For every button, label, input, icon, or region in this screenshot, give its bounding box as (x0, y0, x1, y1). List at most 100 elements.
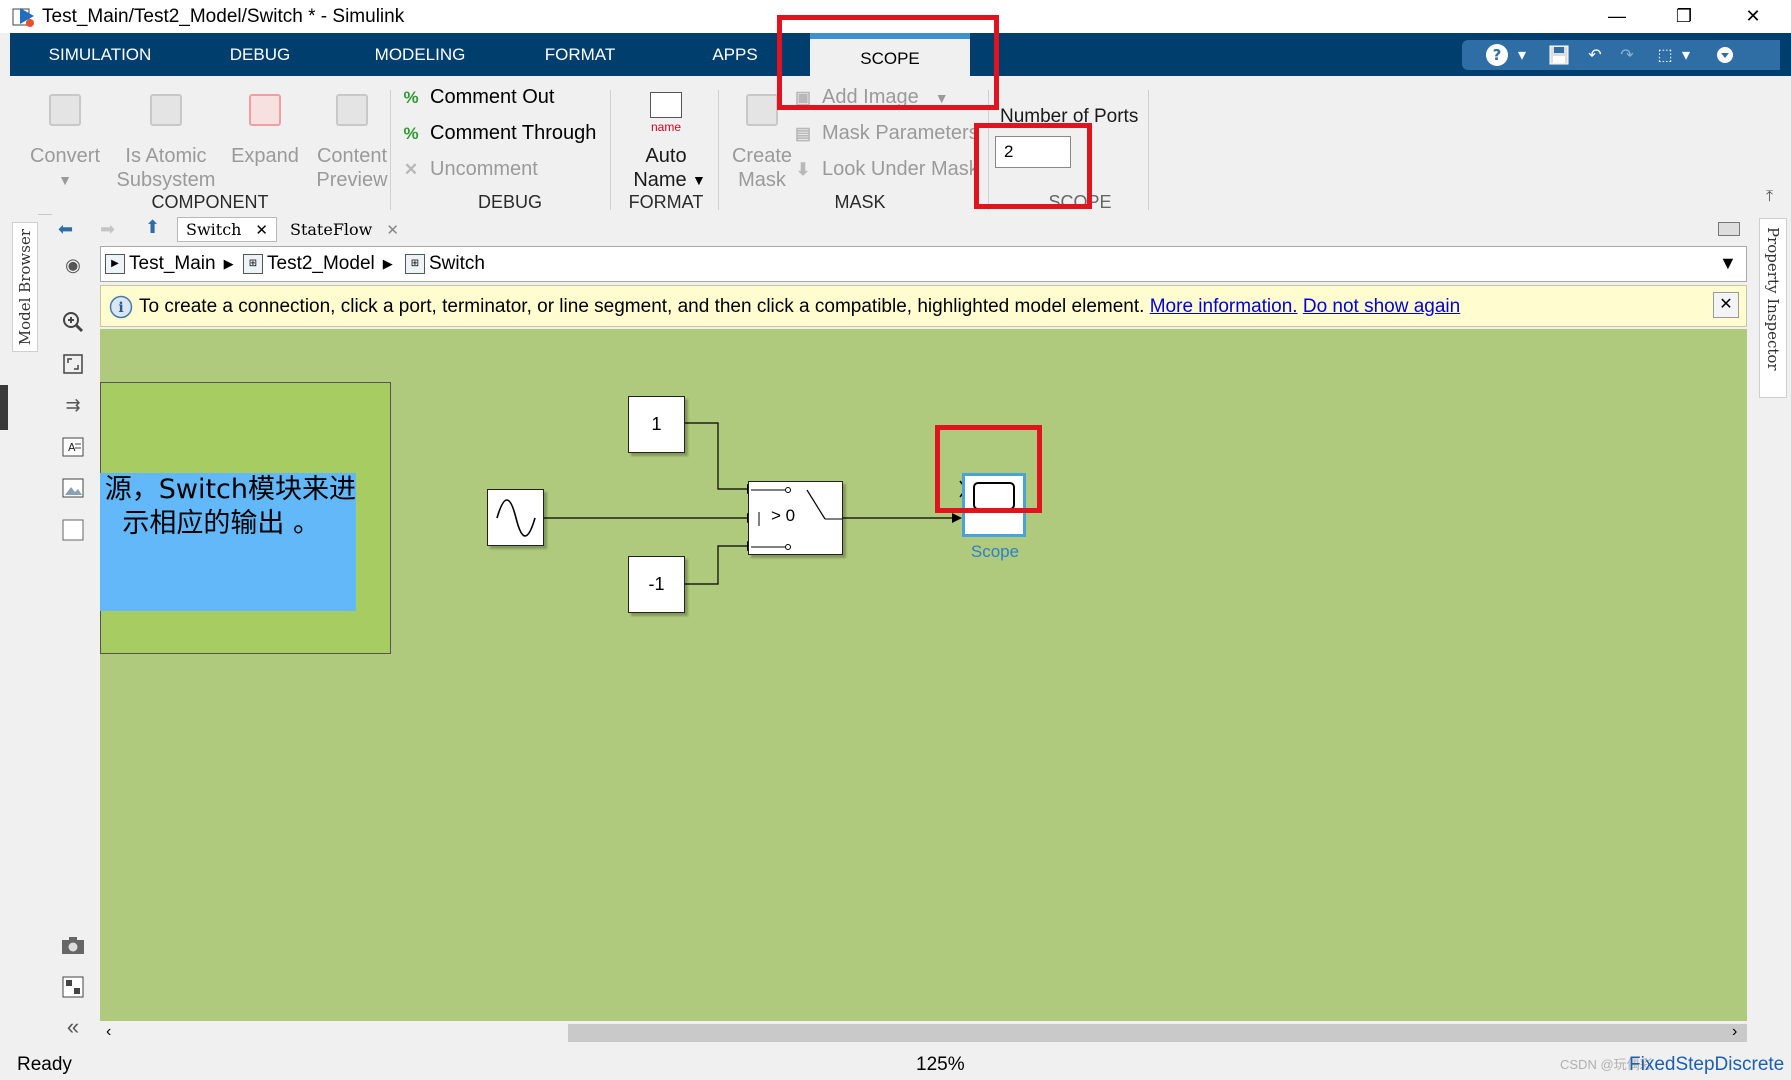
auto-name-label-2: Name (633, 169, 687, 191)
breadcrumb-separator-icon: ▶ (382, 256, 393, 271)
scroll-right-icon[interactable]: › (1732, 1023, 1737, 1041)
info-icon: i (109, 295, 133, 319)
breadcrumb-item-test2-model[interactable]: ⊞ Test2_Model ▶ (243, 253, 393, 275)
address-dropdown-icon[interactable]: ▼ (1719, 253, 1737, 274)
tab-debug[interactable]: DEBUG (195, 33, 325, 76)
close-tab-icon[interactable]: ✕ (255, 221, 268, 239)
close-button[interactable]: ✕ (1723, 0, 1783, 33)
screenshot-camera-icon[interactable] (58, 930, 88, 960)
svg-text:?: ? (1493, 46, 1502, 64)
comment-out-label: Comment Out (430, 86, 555, 108)
keyboard-icon[interactable] (1718, 222, 1740, 236)
constant-block-bottom[interactable]: -1 (628, 556, 685, 613)
content-preview-button[interactable]: Content Preview (306, 82, 398, 192)
save-icon[interactable] (1544, 40, 1574, 70)
breadcrumb-item-test-main[interactable]: ▶ Test_Main ▶ (105, 253, 234, 275)
collapse-ribbon-icon[interactable]: ⤒ (1766, 188, 1773, 206)
subsystem-icon: ⊞ (243, 254, 263, 274)
zoom-in-icon[interactable] (58, 307, 88, 337)
comment-through-button[interactable]: % Comment Through (400, 122, 596, 145)
restore-button[interactable]: ❐ (1654, 0, 1714, 33)
constant-block-top[interactable]: 1 (628, 396, 685, 453)
property-inspector-tab[interactable]: Property Inspector (1759, 218, 1787, 398)
uncomment-button[interactable]: ✕ Uncomment (400, 158, 538, 181)
undo-icon[interactable]: ↶ (1580, 40, 1610, 70)
line-arrowhead (952, 513, 962, 523)
toolstrip-dropdown-icon[interactable]: ▾ (1676, 40, 1696, 70)
window-title: Test_Main/Test2_Model/Switch * - Simulin… (42, 6, 405, 27)
comment-out-button[interactable]: % Comment Out (400, 86, 554, 109)
redo-icon[interactable]: ↷ (1612, 40, 1642, 70)
ribbon-separator (610, 90, 611, 210)
zoom-level[interactable]: 125% (916, 1054, 965, 1076)
mask-parameters-button[interactable]: ▤ Mask Parameters (792, 122, 979, 145)
editor-tab-stateflow[interactable]: StateFlow ✕ (282, 217, 407, 242)
model-browser-tab[interactable]: Model Browser (12, 222, 38, 352)
expand-icon (249, 94, 281, 126)
close-tab-icon[interactable]: ✕ (386, 221, 399, 239)
tab-format[interactable]: FORMAT (515, 33, 645, 76)
simulink-app-icon (12, 8, 34, 27)
signal-line[interactable] (685, 545, 747, 585)
auto-name-label-1: Auto (645, 145, 687, 167)
model-data-icon[interactable] (58, 972, 88, 1002)
hide-show-explorer-icon[interactable]: ◉ (58, 250, 88, 280)
help-icon[interactable]: ? (1482, 40, 1512, 70)
content-preview-label-2: Preview (316, 169, 388, 191)
signal-line[interactable] (685, 422, 747, 490)
sine-wave-icon (495, 498, 536, 537)
scrollbar-thumb[interactable] (568, 1024, 1791, 1042)
mask-parameters-label: Mask Parameters (822, 122, 979, 144)
expand-button[interactable]: Expand (220, 82, 310, 192)
debug-section-label: DEBUG (477, 192, 542, 212)
auto-name-button[interactable]: name Auto Name ▼ (616, 82, 716, 192)
scroll-left-icon[interactable]: ‹ (106, 1023, 111, 1041)
convert-label: Convert (29, 145, 101, 167)
back-arrow-icon[interactable]: ⬅ (58, 219, 73, 240)
image-icon[interactable] (58, 473, 88, 503)
is-atomic-label-2: Subsystem (116, 169, 216, 191)
is-atomic-label-1: Is Atomic (125, 145, 207, 167)
tab-modeling[interactable]: MODELING (350, 33, 490, 76)
is-atomic-subsystem-button[interactable]: Is Atomic Subsystem (106, 82, 226, 192)
tab-simulation[interactable]: SIMULATION (20, 33, 180, 76)
look-under-mask-button[interactable]: ⬇ Look Under Mask (792, 158, 979, 181)
arrow-connector-icon[interactable]: ⇉ (58, 390, 88, 420)
area-icon[interactable] (58, 515, 88, 545)
solver-link[interactable]: FixedStepDiscrete (1629, 1054, 1784, 1076)
close-info-bar-button[interactable]: ✕ (1713, 292, 1739, 318)
status-bar: Ready 125% CSDN @玩偶彩 FixedStepDiscrete (0, 1046, 1791, 1080)
options-dropdown-icon[interactable] (1710, 40, 1740, 70)
forward-arrow-icon[interactable]: ➡ (100, 219, 115, 240)
breadcrumb-label: Test_Main (129, 253, 216, 274)
uncomment-label: Uncomment (430, 158, 538, 180)
mask-section-label: MASK (834, 192, 886, 212)
svg-text:A: A (68, 441, 76, 454)
convert-dropdown-icon: ▼ (58, 172, 72, 188)
editor-tab-switch[interactable]: Switch ✕ (177, 217, 277, 242)
up-arrow-icon[interactable]: ⬆ (145, 217, 160, 238)
auto-name-dropdown-icon: ▼ (692, 172, 706, 188)
switch-block[interactable]: > 0 (748, 481, 843, 555)
model-canvas[interactable]: 源，Switch模块来进 示相应的输出 。 1 -1 > 0 Scope (100, 329, 1747, 1021)
convert-button[interactable]: Convert ▼ (20, 82, 110, 192)
horizontal-scrollbar[interactable]: ‹ › (100, 1021, 1791, 1045)
switch-threshold-label: > 0 (771, 506, 796, 525)
uncomment-icon: ✕ (403, 159, 419, 179)
do-not-show-again-link[interactable]: Do not show again (1303, 296, 1460, 317)
look-under-mask-label: Look Under Mask (822, 158, 979, 180)
content-preview-label-1: Content (316, 145, 388, 167)
collapse-toolbar-icon[interactable]: « (58, 1012, 88, 1042)
model-icon: ▶ (105, 254, 125, 274)
minimize-button[interactable]: — (1587, 0, 1647, 33)
breadcrumb-item-switch[interactable]: ⊞ Switch (405, 253, 485, 275)
breadcrumb-label: Switch (429, 253, 485, 274)
comment-through-icon: % (403, 123, 419, 143)
info-bar: i To create a connection, click a port, … (100, 285, 1747, 327)
fit-to-view-icon[interactable] (58, 349, 88, 379)
ribbon-separator (718, 90, 719, 210)
help-dropdown-icon[interactable]: ▾ (1512, 40, 1532, 70)
more-information-link[interactable]: More information. (1150, 296, 1298, 317)
sine-wave-block[interactable] (487, 489, 544, 546)
annotation-icon[interactable]: A (58, 432, 88, 462)
